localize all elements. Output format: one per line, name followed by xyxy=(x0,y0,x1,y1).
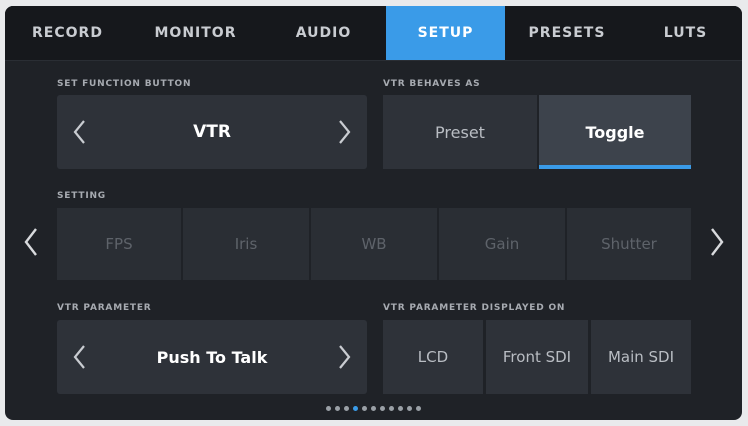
vtr-parameter-prev-button[interactable] xyxy=(69,342,91,372)
function-button-prev-button[interactable] xyxy=(69,117,91,147)
chevron-left-icon xyxy=(73,345,85,369)
setting-option-fps[interactable]: FPS xyxy=(57,208,181,280)
tab-record[interactable]: RECORD xyxy=(5,6,130,60)
page-dot[interactable] xyxy=(362,406,367,411)
tab-setup[interactable]: SETUP xyxy=(386,6,505,60)
vtr-parameter-displayed-on-label: VTR PARAMETER DISPLAYED ON xyxy=(383,303,566,313)
chevron-right-icon xyxy=(711,228,724,256)
setting-option-iris[interactable]: Iris xyxy=(183,208,309,280)
tab-monitor[interactable]: MONITOR xyxy=(130,6,261,60)
display-option-label: Main SDI xyxy=(607,348,675,366)
function-button-next-button[interactable] xyxy=(333,117,355,147)
page-dot[interactable] xyxy=(416,406,421,411)
setting-option-label: Gain xyxy=(484,235,520,253)
display-option-label: Front SDI xyxy=(502,348,572,366)
function-button-stepper: VTR xyxy=(57,95,367,169)
display-option-main-sdi[interactable]: Main SDI xyxy=(591,320,691,394)
setting-option-label: Iris xyxy=(234,235,258,253)
setting-next-button[interactable] xyxy=(707,225,727,259)
vtr-parameter-label: VTR PARAMETER xyxy=(57,303,152,313)
chevron-left-icon xyxy=(73,120,85,144)
tab-audio[interactable]: AUDIO xyxy=(261,6,386,60)
setting-option-gain[interactable]: Gain xyxy=(439,208,565,280)
vtr-behaves-as-label: VTR BEHAVES AS xyxy=(383,79,481,89)
preset-option-label: Preset xyxy=(435,122,485,142)
vtr-behaves-toggle-option[interactable]: Toggle xyxy=(539,95,691,169)
set-function-button-label: SET FUNCTION BUTTON xyxy=(57,79,192,89)
setting-option-label: Shutter xyxy=(601,235,657,253)
camera-setup-screen: RECORD MONITOR AUDIO SETUP PRESETS LUTS … xyxy=(5,6,742,420)
display-option-front-sdi[interactable]: Front SDI xyxy=(486,320,588,394)
tab-bar: RECORD MONITOR AUDIO SETUP PRESETS LUTS xyxy=(5,6,742,61)
tab-presets[interactable]: PRESETS xyxy=(505,6,629,60)
setting-option-label: WB xyxy=(361,235,387,253)
setting-option-shutter[interactable]: Shutter xyxy=(567,208,691,280)
setting-label: SETTING xyxy=(57,191,106,201)
selected-indicator xyxy=(539,165,691,169)
page-dot[interactable] xyxy=(353,406,358,411)
setting-option-wb[interactable]: WB xyxy=(311,208,437,280)
display-option-lcd[interactable]: LCD xyxy=(383,320,483,394)
vtr-parameter-next-button[interactable] xyxy=(333,342,355,372)
page-dot[interactable] xyxy=(326,406,331,411)
page-dot[interactable] xyxy=(380,406,385,411)
page-dot[interactable] xyxy=(371,406,376,411)
function-button-value: VTR xyxy=(193,122,231,142)
vtr-parameter-value: Push To Talk xyxy=(156,347,268,367)
toggle-option-label: Toggle xyxy=(585,122,645,142)
display-option-label: LCD xyxy=(417,348,449,366)
chevron-right-icon xyxy=(339,345,351,369)
page-dot[interactable] xyxy=(335,406,340,411)
page-indicator xyxy=(5,406,742,414)
chevron-right-icon xyxy=(339,120,351,144)
setting-prev-button[interactable] xyxy=(21,225,41,259)
vtr-parameter-stepper: Push To Talk xyxy=(57,320,367,394)
page-dot[interactable] xyxy=(389,406,394,411)
page-dot[interactable] xyxy=(344,406,349,411)
setting-option-label: FPS xyxy=(105,235,133,253)
tab-luts[interactable]: LUTS xyxy=(629,6,742,60)
page-dot[interactable] xyxy=(398,406,403,411)
page-dot[interactable] xyxy=(407,406,412,411)
chevron-left-icon xyxy=(24,228,37,256)
vtr-behaves-preset-option[interactable]: Preset xyxy=(383,95,537,169)
